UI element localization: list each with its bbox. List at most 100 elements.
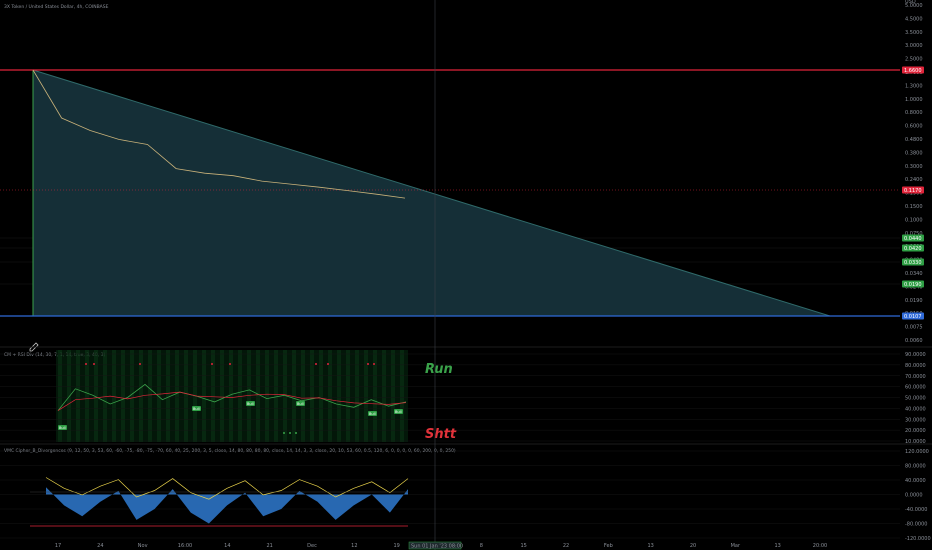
rsi-stripe	[301, 350, 305, 442]
svg-text:0.0107: 0.0107	[904, 314, 922, 320]
rsi-stripe	[355, 350, 359, 442]
rsi-buy-dot	[283, 432, 285, 434]
rsi-axis-tick: 30.0000	[905, 417, 926, 423]
time-axis-label: 16:00	[178, 543, 192, 549]
time-axis-label: Nov	[138, 543, 148, 549]
price-tag-green: 0.0420	[902, 244, 924, 252]
rsi-stripe	[166, 350, 170, 442]
shtt-label: Shtt	[425, 427, 457, 442]
rsi-bull-marker: Bull	[192, 406, 201, 411]
price-axis-tick: 0.0060	[905, 338, 923, 344]
price-axis-tick: 0.3000	[905, 164, 923, 170]
rsi-buy-dot	[289, 432, 291, 434]
time-axis-label: 17	[55, 543, 61, 549]
oscillator-axis-tick: -40.0000	[905, 507, 927, 513]
price-axis-tick: 0.1500	[905, 204, 923, 210]
rsi-stripe	[103, 350, 107, 442]
svg-text:Bull: Bull	[395, 410, 402, 414]
rsi-sell-dot	[367, 363, 369, 365]
rsi-stripe	[121, 350, 125, 442]
rsi-stripe	[400, 350, 404, 442]
price-tag-blue: 0.0107	[902, 312, 924, 320]
price-axis-tick: 3.5000	[905, 30, 923, 36]
price-axis-tick: 2.5000	[905, 57, 923, 63]
price-axis-tick: 4.5000	[905, 16, 923, 22]
time-axis-label: Feb	[604, 543, 613, 549]
rsi-sell-dot	[93, 363, 95, 365]
rsi-sell-dot	[229, 363, 231, 365]
rsi-stripe	[67, 350, 71, 442]
rsi-stripe	[112, 350, 116, 442]
price-tag-green: 0.0440	[902, 234, 924, 242]
rsi-stripe	[319, 350, 323, 442]
rsi-stripe	[175, 350, 179, 442]
price-axis-tick: 1.3000	[905, 83, 923, 89]
rsi-stripe	[265, 350, 269, 442]
rsi-stripe	[148, 350, 152, 442]
rsi-axis-tick: 40.0000	[905, 406, 926, 412]
price-axis-tick: 0.4800	[905, 137, 923, 143]
svg-text:Bull: Bull	[297, 402, 304, 406]
time-axis-label: 20	[690, 543, 696, 549]
oscillator-axis-tick: 0.0000	[905, 493, 923, 499]
rsi-sell-dot	[85, 363, 87, 365]
rsi-stripe	[130, 350, 134, 442]
run-label: Run	[425, 362, 453, 377]
rsi-bull-marker: Bull	[368, 411, 377, 416]
time-axis-label: 8	[480, 543, 483, 549]
price-axis-tick: 0.0075	[905, 325, 923, 331]
price-axis-tick: 0.0340	[905, 271, 923, 277]
rsi-sell-dot	[315, 363, 317, 365]
time-axis-label: 13	[774, 543, 780, 549]
rsi-stripe	[220, 350, 224, 442]
rsi-axis-tick: 70.0000	[905, 374, 926, 380]
oscillator-axis-tick: 40.0000	[905, 478, 926, 484]
price-axis-tick: 0.8000	[905, 110, 923, 116]
oscillator-axis-tick: -120.0000	[905, 536, 931, 542]
rsi-bull-marker: Bull	[58, 425, 67, 430]
svg-text:Bull: Bull	[369, 412, 376, 416]
rsi-stripe	[274, 350, 278, 442]
rsi-stripe	[382, 350, 386, 442]
price-tag-red: 1.6600	[902, 66, 924, 74]
rsi-stripe	[256, 350, 260, 442]
oscillator-axis-tick: 120.0000	[905, 449, 929, 455]
svg-text:0.0440: 0.0440	[904, 236, 922, 242]
svg-text:Bull: Bull	[247, 402, 254, 406]
rsi-axis-tick: 10.0000	[905, 439, 926, 445]
rsi-axis[interactable]: 90.0000 80.0000 70.0000 60.0000 50.0000 40.00…	[905, 352, 926, 445]
time-axis-label: 19	[393, 543, 399, 549]
cursor-time-label: Sun 01 Jan '23 08:00	[408, 541, 463, 550]
time-axis-label: Mar	[731, 543, 741, 549]
price-axis-tick: 0.6000	[905, 124, 923, 130]
oscillator-axis-tick: 80.0000	[905, 464, 926, 470]
svg-text:0.1170: 0.1170	[904, 188, 922, 194]
price-axis-tick: 3.0000	[905, 43, 923, 49]
tradingview-chart[interactable]: 3X Token / United States Dollar, 4h, COI…	[0, 0, 932, 550]
cursor-time-text: Sun 01 Jan '23 08:00	[411, 544, 463, 550]
price-axis-tick: 0.0190	[905, 298, 923, 304]
rsi-axis-tick: 80.0000	[905, 363, 926, 369]
price-axis-currency: USD	[905, 0, 916, 5]
rsi-stripe	[184, 350, 188, 442]
rsi-stripe	[76, 350, 80, 442]
price-axis-tick: 0.2400	[905, 177, 923, 183]
rsi-bull-marker: Bull	[296, 401, 305, 406]
time-axis-label: Dec	[307, 543, 317, 549]
price-axis-tick: 0.3800	[905, 150, 923, 156]
time-axis-label: 20:00	[813, 543, 827, 549]
rsi-sell-dot	[139, 363, 141, 365]
time-axis-label: 14	[224, 543, 230, 549]
price-axis-tick: 0.1000	[905, 217, 923, 223]
rsi-sell-dot	[327, 363, 329, 365]
svg-text:0.0190: 0.0190	[904, 282, 922, 288]
price-tag-green: 0.0190	[902, 280, 924, 288]
svg-text:1.6600: 1.6600	[904, 68, 922, 74]
time-axis-label: 15	[520, 543, 526, 549]
svg-text:Bull: Bull	[59, 426, 66, 430]
time-axis-label: 22	[563, 543, 569, 549]
rsi-bull-marker: Bull	[246, 401, 255, 406]
rsi-stripe	[346, 350, 350, 442]
rsi-axis-tick: 60.0000	[905, 385, 926, 391]
price-axis-tick: 1.0000	[905, 97, 923, 103]
